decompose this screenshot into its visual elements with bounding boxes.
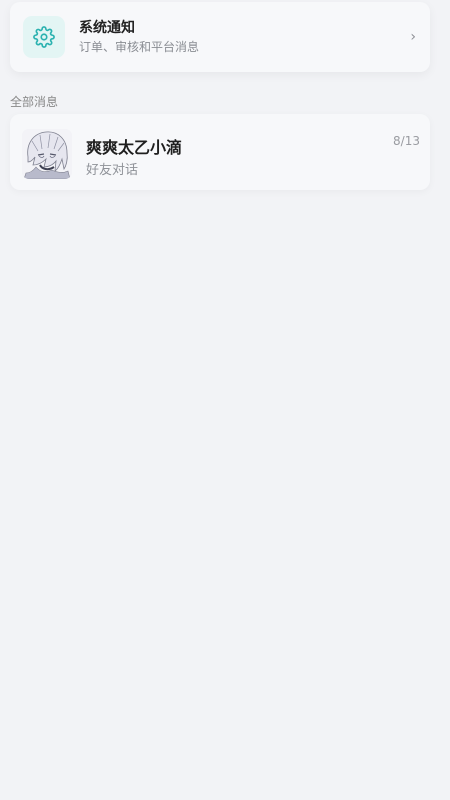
- gear-icon: [33, 26, 55, 48]
- conversation-name: 爽爽太乙小滴: [86, 138, 183, 157]
- avatar: [22, 129, 72, 179]
- system-notification-text: 系统通知 订单、审核和平台消息: [79, 19, 199, 55]
- conversation-item[interactable]: 爽爽太乙小滴 好友对话 8/13: [10, 114, 430, 190]
- system-notification-card[interactable]: 系统通知 订单、审核和平台消息 ›: [10, 2, 430, 72]
- system-notification-icon-box: [23, 16, 65, 58]
- conversation-date: 8/13: [393, 134, 420, 148]
- messages-page: 系统通知 订单、审核和平台消息 › 全部消息 爽爽太乙小滴 好友对话 8/13: [0, 0, 450, 800]
- system-notification-subtitle: 订单、审核和平台消息: [79, 40, 200, 54]
- conversation-subtitle: 好友对话: [86, 163, 139, 178]
- all-messages-section-label: 全部消息: [10, 95, 59, 109]
- chevron-right-icon: ›: [410, 29, 416, 45]
- system-notification-title: 系统通知: [79, 20, 135, 36]
